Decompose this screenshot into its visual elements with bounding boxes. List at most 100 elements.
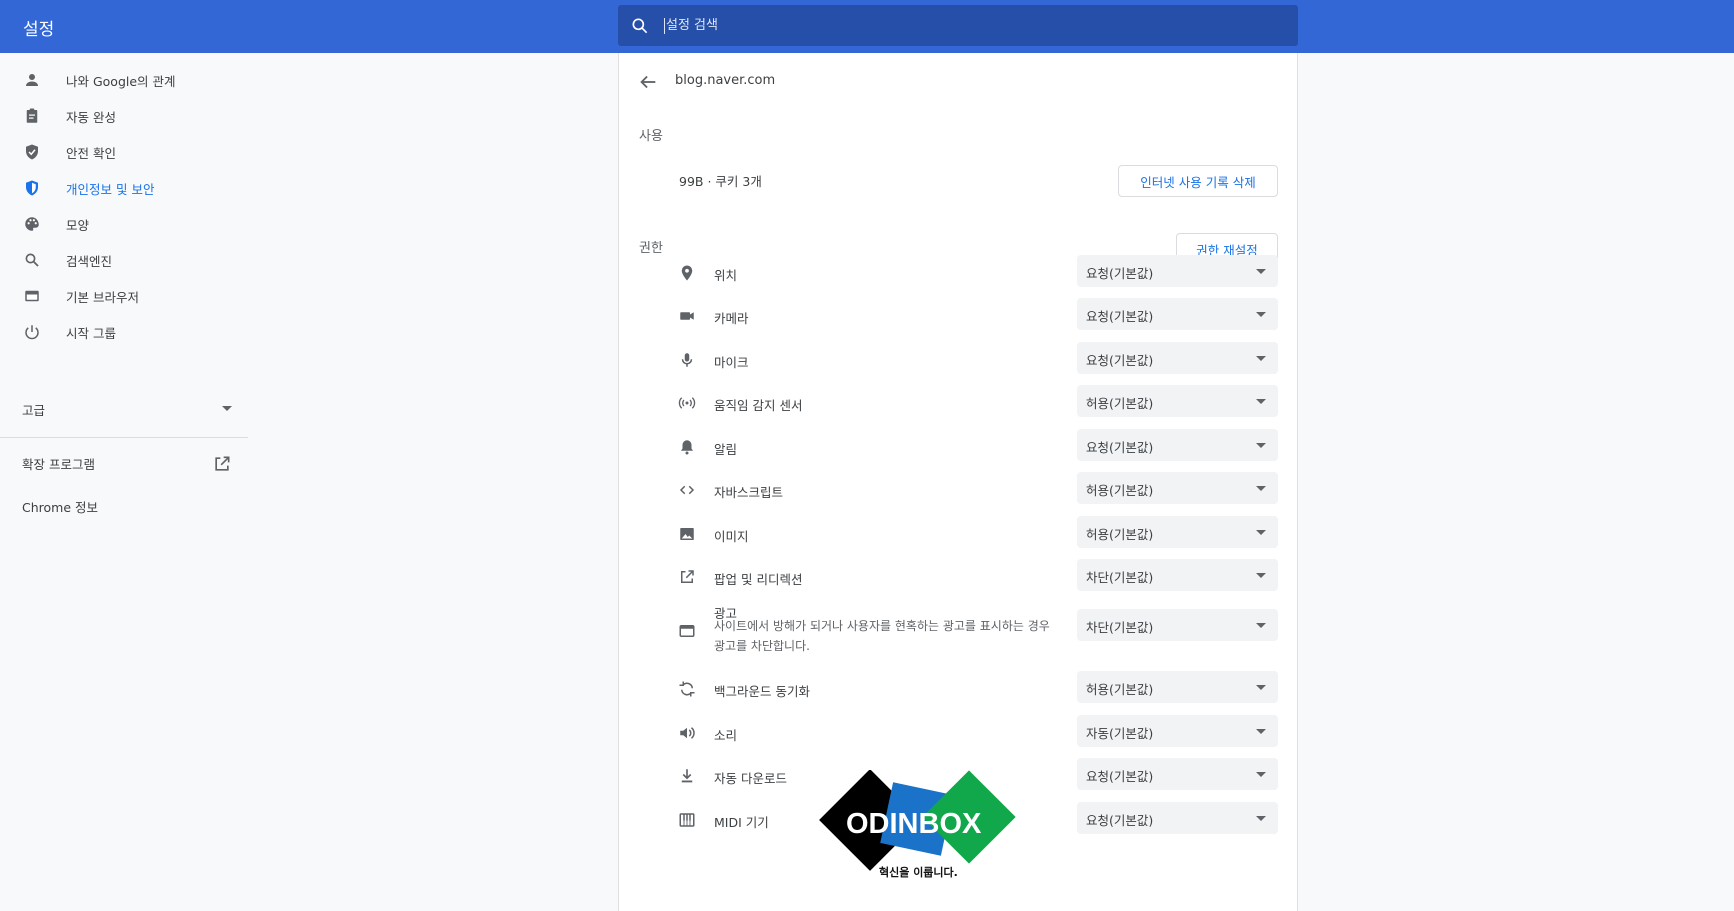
dropdown-arrow-icon xyxy=(1256,443,1266,448)
clear-data-button[interactable]: 인터넷 사용 기록 삭제 xyxy=(1118,165,1278,197)
sidebar-item-label: 검색엔진 xyxy=(66,253,113,269)
chevron-down-icon xyxy=(222,406,232,411)
permission-label: MIDI 기기 xyxy=(714,815,769,830)
sidebar-item-label: 개인정보 및 보안 xyxy=(66,181,155,197)
code-icon xyxy=(677,480,697,500)
power-icon xyxy=(22,322,42,342)
advanced-toggle[interactable]: 고급 xyxy=(22,400,232,420)
speaker-icon xyxy=(677,723,697,743)
select-value: 허용(기본값) xyxy=(1086,483,1154,498)
extensions-link[interactable]: 확장 프로그램 xyxy=(22,454,232,476)
select-value: 요청(기본값) xyxy=(1086,266,1154,281)
search-icon xyxy=(22,250,42,270)
permission-label: 카메라 xyxy=(714,311,749,326)
top-bar: 설정 xyxy=(0,0,1734,53)
dropdown-arrow-icon xyxy=(1256,816,1266,821)
dropdown-arrow-icon xyxy=(1256,486,1266,491)
permission-label: 자바스크립트 xyxy=(714,485,784,500)
sidebar-divider xyxy=(0,437,248,438)
sync-icon xyxy=(677,679,697,699)
select-value: 차단(기본값) xyxy=(1086,570,1154,585)
extensions-label: 확장 프로그램 xyxy=(22,457,95,472)
camera-icon xyxy=(677,306,697,326)
sidebar: 나와 Google의 관계 자동 완성 안전 확인 개인정보 및 보안 모양 검… xyxy=(0,53,248,911)
odinbox-watermark-logo: ODINBOX 혁신을 이룹니다. xyxy=(819,770,1016,879)
permission-select[interactable]: 차단(기본값) xyxy=(1077,559,1278,591)
sidebar-item-privacy-security[interactable]: 개인정보 및 보안 xyxy=(0,169,248,207)
permission-select[interactable]: 요청(기본값) xyxy=(1077,429,1278,461)
permissions-heading: 권한 xyxy=(639,241,663,256)
sidebar-item-search-engine[interactable]: 검색엔진 xyxy=(0,241,248,279)
select-value: 허용(기본값) xyxy=(1086,527,1154,542)
sidebar-item-label: 기본 브라우저 xyxy=(66,289,139,305)
dropdown-arrow-icon xyxy=(1256,573,1266,578)
permission-select[interactable]: 요청(기본값) xyxy=(1077,342,1278,374)
permission-select[interactable]: 요청(기본값) xyxy=(1077,298,1278,330)
select-value: 요청(기본값) xyxy=(1086,769,1154,784)
select-value: 요청(기본값) xyxy=(1086,309,1154,324)
permission-label: 알림 xyxy=(714,442,738,457)
permission-label: 팝업 및 리디렉션 xyxy=(714,572,803,587)
permission-select[interactable]: 허용(기본값) xyxy=(1077,385,1278,417)
search-input[interactable] xyxy=(666,18,1226,33)
shield-check-icon xyxy=(22,142,42,162)
dropdown-arrow-icon xyxy=(1256,772,1266,777)
app-title: 설정 xyxy=(23,20,55,40)
watermark-tagline: 혁신을 이룹니다. xyxy=(879,865,958,879)
dropdown-arrow-icon xyxy=(1256,312,1266,317)
sidebar-item-on-startup[interactable]: 시작 그룹 xyxy=(0,313,248,351)
permission-select[interactable]: 허용(기본값) xyxy=(1077,516,1278,548)
usage-value: 99B · 쿠키 3개 xyxy=(679,174,762,189)
sidebar-item-label: 시작 그룹 xyxy=(66,325,116,341)
back-arrow-icon[interactable] xyxy=(637,71,659,93)
permission-select[interactable]: 허용(기본값) xyxy=(1077,472,1278,504)
download-icon xyxy=(677,766,697,786)
permission-select[interactable]: 자동(기본값) xyxy=(1077,715,1278,747)
sidebar-item-label: 안전 확인 xyxy=(66,145,116,161)
sidebar-item-default-browser[interactable]: 기본 브라우저 xyxy=(0,277,248,315)
about-chrome-link[interactable]: Chrome 정보 xyxy=(22,497,98,516)
open-external-icon xyxy=(677,567,697,587)
select-value: 요청(기본값) xyxy=(1086,353,1154,368)
permission-label: 위치 xyxy=(714,268,738,283)
ad-window-icon xyxy=(677,621,697,641)
piano-icon xyxy=(677,810,697,830)
permission-label: 자동 다운로드 xyxy=(714,771,787,786)
select-value: 차단(기본값) xyxy=(1086,620,1154,635)
site-name: blog.naver.com xyxy=(675,73,776,88)
permission-label: 마이크 xyxy=(714,355,749,370)
dropdown-arrow-icon xyxy=(1256,530,1266,535)
permission-select[interactable]: 요청(기본값) xyxy=(1077,255,1278,287)
browser-icon xyxy=(22,286,42,306)
person-icon xyxy=(22,70,42,90)
sidebar-item-label: 나와 Google의 관계 xyxy=(66,73,176,89)
sidebar-item-appearance[interactable]: 모양 xyxy=(0,205,248,243)
clipboard-icon xyxy=(22,106,42,126)
dropdown-arrow-icon xyxy=(1256,729,1266,734)
select-value: 요청(기본값) xyxy=(1086,813,1154,828)
permission-select[interactable]: 차단(기본값) xyxy=(1077,609,1278,641)
permission-select[interactable]: 요청(기본값) xyxy=(1077,758,1278,790)
select-value: 자동(기본값) xyxy=(1086,726,1154,741)
dropdown-arrow-icon xyxy=(1256,269,1266,274)
sidebar-item-label: 모양 xyxy=(66,217,90,233)
motion-sensor-icon xyxy=(677,393,697,413)
sidebar-item-autofill[interactable]: 자동 완성 xyxy=(0,97,248,135)
permission-description: 사이트에서 방해가 되거나 사용자를 현혹하는 광고를 표시하는 경우 광고를 … xyxy=(714,619,1050,653)
permission-select[interactable]: 허용(기본값) xyxy=(1077,671,1278,703)
sidebar-item-you-and-google[interactable]: 나와 Google의 관계 xyxy=(0,61,248,99)
bell-icon xyxy=(677,437,697,457)
watermark-brand: ODINBOX xyxy=(846,808,982,840)
permission-label: 백그라운드 동기화 xyxy=(714,684,810,699)
image-icon xyxy=(677,524,697,544)
dropdown-arrow-icon xyxy=(1256,356,1266,361)
permission-select[interactable]: 요청(기본값) xyxy=(1077,802,1278,834)
settings-search-box[interactable] xyxy=(618,5,1298,46)
select-value: 허용(기본값) xyxy=(1086,396,1154,411)
select-value: 허용(기본값) xyxy=(1086,682,1154,697)
sidebar-item-safety-check[interactable]: 안전 확인 xyxy=(0,133,248,171)
open-in-new-icon xyxy=(215,456,230,471)
search-icon xyxy=(632,18,648,33)
usage-heading: 사용 xyxy=(639,129,663,144)
sidebar-item-label: 자동 완성 xyxy=(66,109,116,125)
